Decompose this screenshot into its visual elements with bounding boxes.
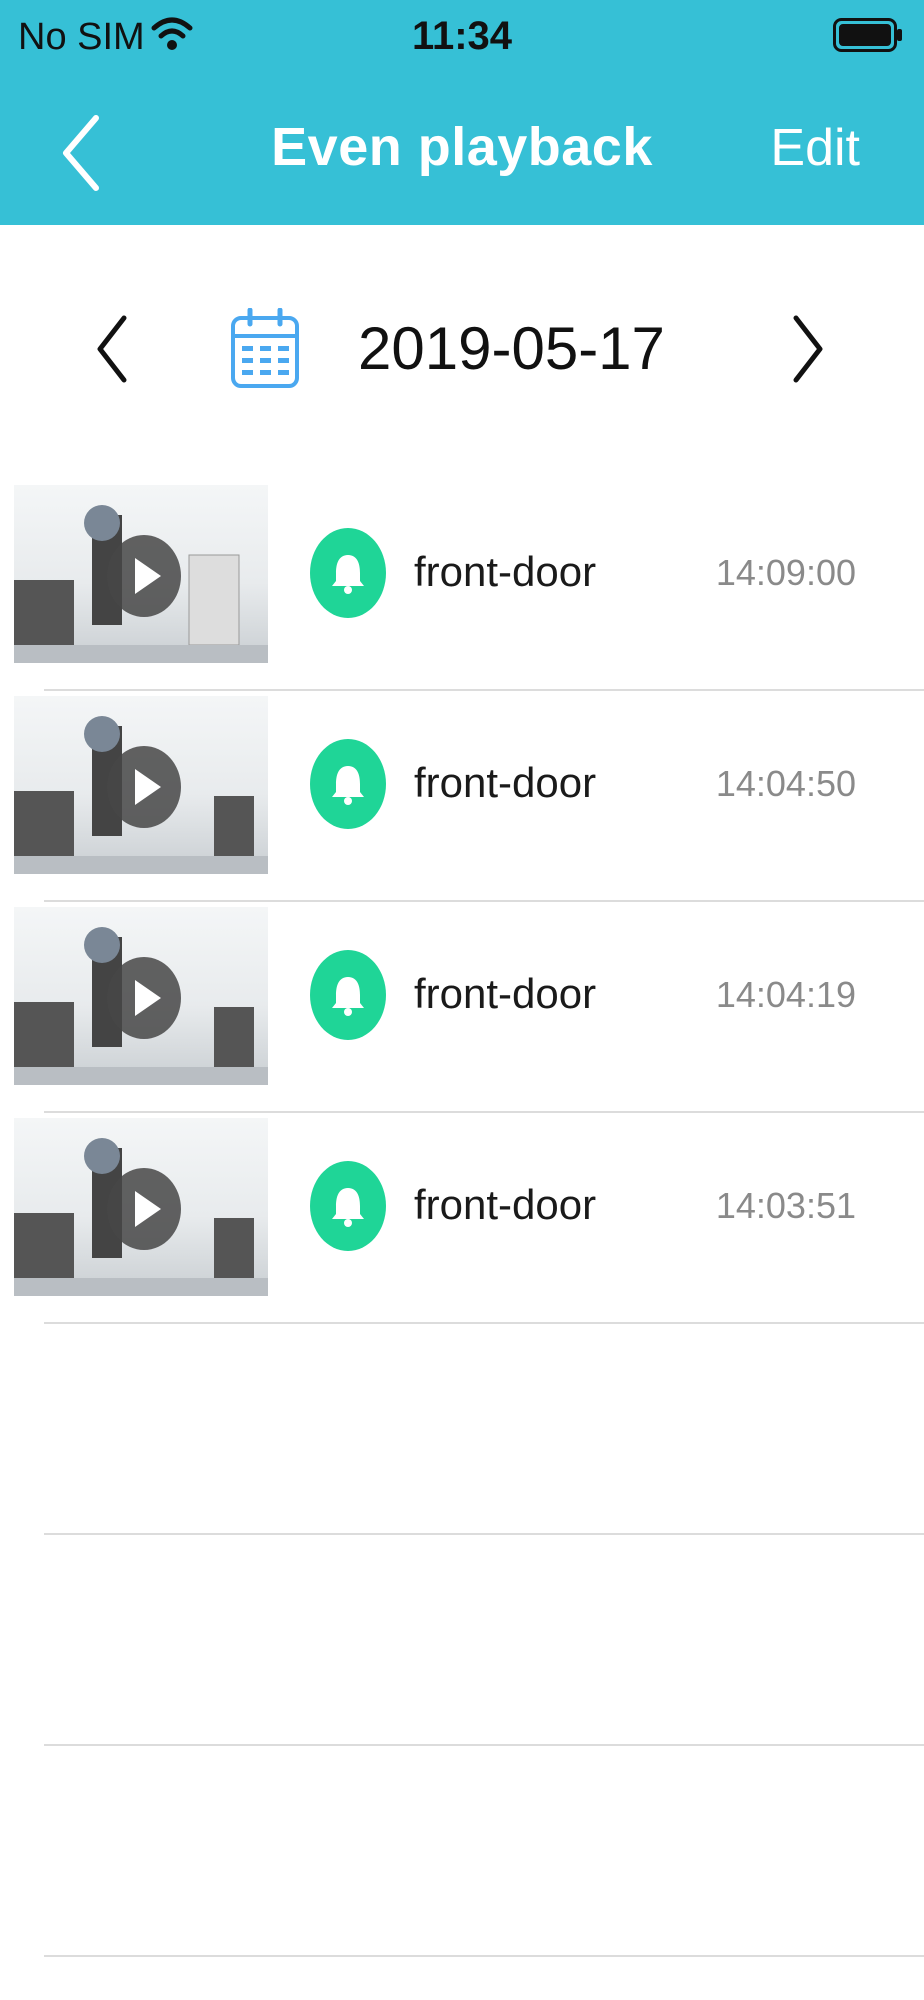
video-thumbnail[interactable] <box>14 1118 268 1296</box>
empty-list-row <box>0 1324 924 1535</box>
event-row[interactable]: front-door 14:09:00 <box>0 480 924 691</box>
status-bar: No SIM 11:34 <box>0 0 924 72</box>
bell-icon <box>310 1161 386 1251</box>
date-selector: 2019-05-17 <box>0 290 924 410</box>
previous-day-button[interactable] <box>88 312 138 386</box>
bell-icon <box>310 950 386 1040</box>
event-time: 14:04:19 <box>715 974 856 1015</box>
divider <box>44 1955 924 1957</box>
event-time: 14:09:00 <box>715 552 856 593</box>
video-thumbnail[interactable] <box>14 485 268 663</box>
device-name: front-door <box>414 548 597 595</box>
play-icon[interactable] <box>107 746 181 828</box>
empty-list-row <box>0 1535 924 1746</box>
edit-button[interactable]: Edit <box>770 118 860 178</box>
video-thumbnail[interactable] <box>14 907 268 1085</box>
event-row[interactable]: front-door 14:03:51 <box>0 1113 924 1324</box>
bell-icon <box>310 739 386 829</box>
device-name: front-door <box>414 1181 597 1228</box>
navigation-bar: Even playback Edit <box>0 90 924 210</box>
status-time: 11:34 <box>411 14 513 58</box>
bell-icon <box>310 528 386 618</box>
play-icon[interactable] <box>107 957 181 1039</box>
empty-list-row <box>0 1746 924 1957</box>
event-time: 14:04:50 <box>715 763 856 804</box>
event-list: front-door 14:09:00 front-door 14:04:50 <box>0 480 924 1957</box>
next-day-button[interactable] <box>782 312 832 386</box>
event-row[interactable]: front-door 14:04:19 <box>0 902 924 1113</box>
header-bar: No SIM 11:34 Even playback Edit <box>0 0 924 225</box>
event-time: 14:03:51 <box>715 1185 856 1226</box>
video-thumbnail[interactable] <box>14 696 268 874</box>
event-row[interactable]: front-door 14:04:50 <box>0 691 924 902</box>
play-icon[interactable] <box>107 535 181 617</box>
device-name: front-door <box>414 759 597 806</box>
device-name: front-door <box>414 970 597 1017</box>
selected-date[interactable]: 2019-05-17 <box>358 314 665 383</box>
play-icon[interactable] <box>107 1168 181 1250</box>
battery-icon <box>833 18 902 52</box>
calendar-icon[interactable] <box>230 308 300 390</box>
